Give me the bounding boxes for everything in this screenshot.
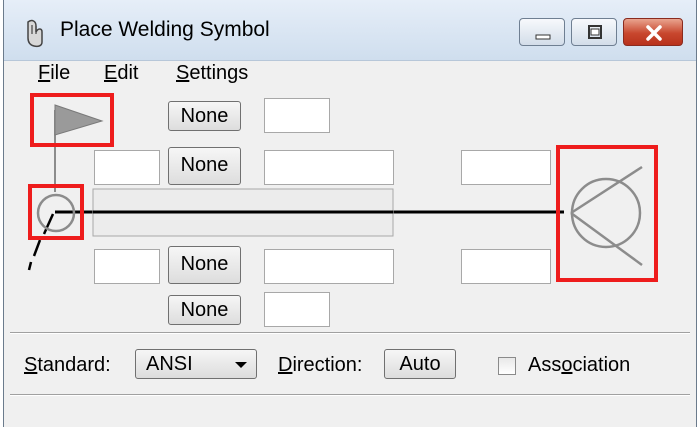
circle-highlight xyxy=(28,184,84,240)
bottom-right-field[interactable] xyxy=(264,292,330,327)
upper-mid-field[interactable] xyxy=(264,150,394,185)
lower-none-button[interactable]: None xyxy=(168,246,241,284)
bottom-none-button[interactable]: None xyxy=(168,295,241,325)
upper-right-field[interactable] xyxy=(461,150,551,185)
top-right-field[interactable] xyxy=(264,98,330,133)
upper-none-button[interactable]: None xyxy=(168,147,241,185)
standard-dropdown[interactable]: ANSI xyxy=(135,349,257,379)
top-none-button[interactable]: None xyxy=(168,101,241,131)
upper-left-field[interactable] xyxy=(94,150,160,185)
dropdown-arrow-icon xyxy=(235,362,247,368)
status-bar xyxy=(10,397,690,425)
association-checkbox[interactable] xyxy=(498,357,516,375)
lower-left-field[interactable] xyxy=(94,249,160,284)
direction-auto-button[interactable]: Auto xyxy=(384,349,456,379)
tail-highlight xyxy=(556,145,658,282)
arrow-leader-dash xyxy=(32,239,42,257)
lower-right-field[interactable] xyxy=(461,249,551,284)
status-separator xyxy=(10,394,690,396)
place-welding-symbol-window: Place Welding Symbol File Edit Settings xyxy=(3,0,697,427)
arrow-leader-dash-2 xyxy=(27,261,33,271)
footer-separator xyxy=(10,332,690,334)
standard-label: Standard: xyxy=(24,354,111,376)
direction-label: Direction: xyxy=(278,354,363,376)
flag-highlight xyxy=(30,93,114,147)
lower-mid-field[interactable] xyxy=(264,249,394,284)
association-label[interactable]: Association xyxy=(528,354,630,377)
standard-dropdown-value: ANSI xyxy=(146,353,193,375)
